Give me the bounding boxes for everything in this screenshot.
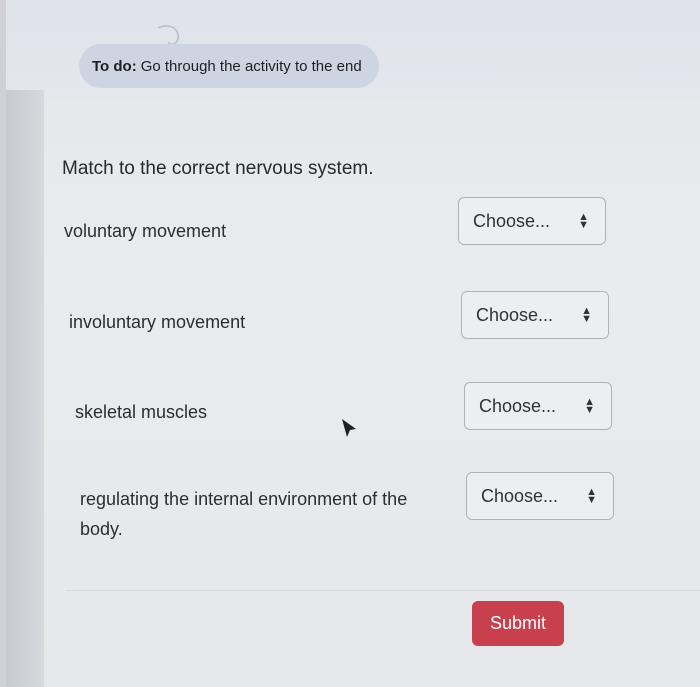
row-label-voluntary: voluntary movement (64, 221, 227, 241)
select-value: Choose... (479, 395, 557, 416)
select-value: Choose... (481, 485, 559, 506)
todo-label: To do: (92, 57, 137, 75)
left-sidebar (6, 90, 44, 687)
up-down-arrows-icon: ▲ ▼ (578, 211, 589, 231)
select-skeletal[interactable]: Choose... ▲ ▼ (464, 382, 612, 430)
select-value: Choose... (476, 304, 554, 325)
up-down-arrows-icon: ▲ ▼ (584, 396, 595, 416)
select-voluntary[interactable]: Choose... ▲ ▼ (458, 197, 606, 245)
todo-text: Go through the activity to the end (140, 57, 362, 75)
divider (66, 590, 700, 591)
row-label-involuntary: involuntary movement (69, 312, 246, 332)
screen: To do: Go through the activity to the en… (6, 0, 700, 687)
row-label-regulating: regulating the internal environment of t… (80, 489, 408, 539)
up-down-arrows-icon: ▲ ▼ (586, 486, 597, 506)
select-involuntary[interactable]: Choose... ▲ ▼ (461, 291, 609, 339)
select-regulating[interactable]: Choose... ▲ ▼ (466, 472, 614, 520)
select-value: Choose... (473, 210, 551, 231)
row-label-skeletal: skeletal muscles (75, 402, 208, 422)
question-text: Match to the correct nervous system. (62, 158, 374, 179)
todo-banner: To do: Go through the activity to the en… (79, 44, 379, 88)
mouse-pointer-icon (342, 419, 356, 437)
submit-button[interactable]: Submit (472, 601, 564, 646)
up-down-arrows-icon: ▲ ▼ (581, 305, 592, 325)
